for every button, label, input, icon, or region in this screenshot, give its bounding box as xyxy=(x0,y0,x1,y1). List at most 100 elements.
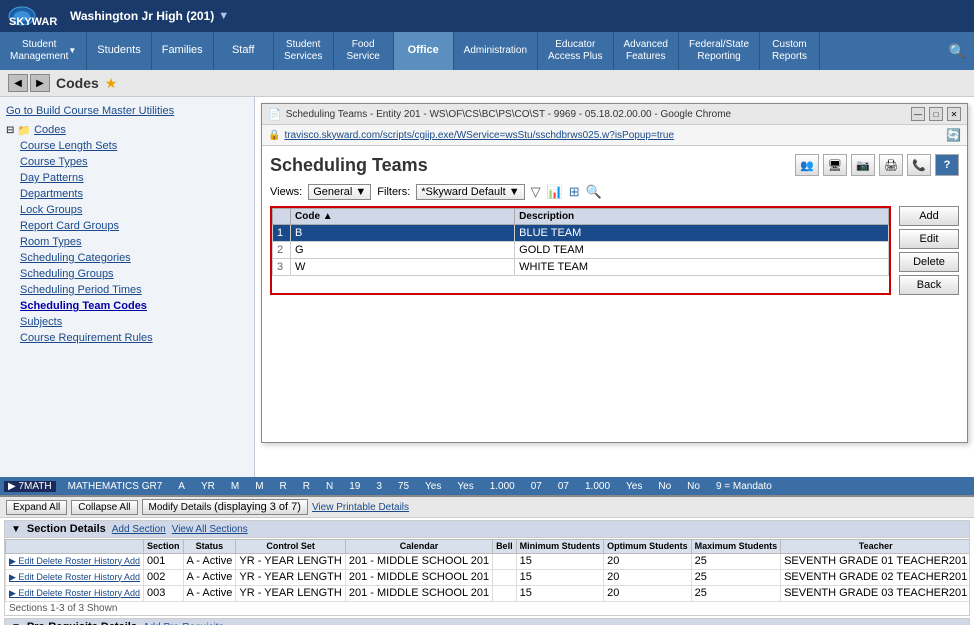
status-no1: No xyxy=(654,481,675,492)
sec-col-teacher[interactable]: Teacher xyxy=(781,539,969,553)
add-prereq-link[interactable]: Add Pre-Requisite xyxy=(143,622,224,625)
back-button[interactable]: Back xyxy=(899,275,959,295)
views-dropdown[interactable]: General ▼ xyxy=(308,184,371,200)
nav-advanced-features[interactable]: AdvancedFeatures xyxy=(614,32,679,70)
sidebar-item-scheduling-groups[interactable]: Scheduling Groups xyxy=(20,266,248,282)
sidebar-item-lock-groups[interactable]: Lock Groups xyxy=(20,202,248,218)
collapse-all-button[interactable]: Collapse All xyxy=(71,500,137,515)
page-header: ◀ ▶ Codes ★ xyxy=(0,70,974,97)
sidebar-item-day-patterns[interactable]: Day Patterns xyxy=(20,170,248,186)
scheduling-team-row[interactable]: 2 G GOLD TEAM xyxy=(273,242,889,259)
sidebar-item-report-card-groups[interactable]: Report Card Groups xyxy=(20,218,248,234)
sidebar-codes-label[interactable]: Codes xyxy=(34,123,66,137)
col-description-header[interactable]: Description xyxy=(515,209,889,225)
back-nav-button[interactable]: ◀ xyxy=(8,74,28,92)
sec-actions[interactable]: ▶ Edit Delete Roster History Add xyxy=(6,569,144,585)
icon-camera[interactable]: 📷 xyxy=(851,154,875,176)
nav-student-services[interactable]: StudentServices xyxy=(274,32,334,70)
nav-student-management[interactable]: StudentManagement ▼ xyxy=(0,32,87,70)
magnify-icon[interactable]: 🔍 xyxy=(586,184,602,200)
sec-opt: 20 xyxy=(604,569,692,585)
section-row[interactable]: ▶ Edit Delete Roster History Add 003 A -… xyxy=(6,585,970,601)
section-expand-icon[interactable]: ▼ xyxy=(11,524,21,535)
sidebar-item-room-types[interactable]: Room Types xyxy=(20,234,248,250)
sidebar-codes-folder[interactable]: ⊟ 📁 Codes xyxy=(6,122,248,138)
row-num: 3 xyxy=(273,259,291,276)
sec-col-actions xyxy=(6,539,144,553)
grid-icon[interactable]: ⊞ xyxy=(569,184,580,200)
browser-maximize-button[interactable]: □ xyxy=(929,107,943,121)
status-no2: No xyxy=(683,481,704,492)
sec-col-min[interactable]: Minimum Students xyxy=(516,539,604,553)
nav-students[interactable]: Students xyxy=(87,32,151,70)
scheduling-team-row[interactable]: 3 W WHITE TEAM xyxy=(273,259,889,276)
icon-phone[interactable]: 📞 xyxy=(907,154,931,176)
icon-help[interactable]: ? xyxy=(935,154,959,176)
status-1000: 1.000 xyxy=(486,481,519,492)
section-row[interactable]: ▶ Edit Delete Roster History Add 001 A -… xyxy=(6,553,970,569)
delete-button[interactable]: Delete xyxy=(899,252,959,272)
add-button[interactable]: Add xyxy=(899,206,959,226)
forward-nav-button[interactable]: ▶ xyxy=(30,74,50,92)
icon-monitor[interactable]: 🖥 xyxy=(823,154,847,176)
sec-actions[interactable]: ▶ Edit Delete Roster History Add xyxy=(6,585,144,601)
sidebar-item-scheduling-period-times[interactable]: Scheduling Period Times xyxy=(20,282,248,298)
nav-educator-access-plus[interactable]: EducatorAccess Plus xyxy=(538,32,613,70)
section-row[interactable]: ▶ Edit Delete Roster History Add 002 A -… xyxy=(6,569,970,585)
sec-col-section[interactable]: Section xyxy=(143,539,183,553)
filter-icon[interactable]: ▽ xyxy=(531,184,541,200)
status-r2: R xyxy=(299,481,314,492)
prereq-expand-icon[interactable]: ▼ xyxy=(11,622,21,625)
scheduling-team-row[interactable]: 1 B BLUE TEAM xyxy=(273,225,889,242)
nav-administration[interactable]: Administration xyxy=(454,32,538,70)
sidebar-item-course-requirement-rules[interactable]: Course Requirement Rules xyxy=(20,330,248,346)
browser-window-controls: — □ ✕ xyxy=(911,107,961,121)
filters-dropdown[interactable]: *Skyward Default ▼ xyxy=(416,184,524,200)
sidebar-item-subjects[interactable]: Subjects xyxy=(20,314,248,330)
favorite-star-icon[interactable]: ★ xyxy=(105,75,118,92)
icon-people[interactable]: 👥 xyxy=(795,154,819,176)
col-code-header[interactable]: Code ▲ xyxy=(291,209,515,225)
sec-min: 15 xyxy=(516,569,604,585)
nav-federal-state-reporting[interactable]: Federal/StateReporting xyxy=(679,32,760,70)
view-all-sections-link[interactable]: View All Sections xyxy=(172,524,248,535)
sec-col-bell[interactable]: Bell xyxy=(493,539,517,553)
school-dropdown-icon[interactable]: ▼ xyxy=(218,10,229,22)
refresh-icon[interactable]: 🔄 xyxy=(946,128,961,142)
sec-bell xyxy=(493,553,517,569)
status-3: 3 xyxy=(372,481,386,492)
add-section-link[interactable]: Add Section xyxy=(112,524,166,535)
nav-search-area[interactable]: 🔍 xyxy=(941,32,974,70)
sec-status: A - Active xyxy=(183,585,236,601)
icon-print[interactable]: 🖨 xyxy=(879,154,903,176)
sidebar-item-course-length-sets[interactable]: Course Length Sets xyxy=(20,138,248,154)
section-table-wrapper: Section Status Control Set Calendar Bell… xyxy=(5,538,969,615)
nav-families[interactable]: Families xyxy=(152,32,214,70)
sec-col-status[interactable]: Status xyxy=(183,539,236,553)
modify-details-button[interactable]: Modify Details (displaying 3 of 7) xyxy=(142,499,308,515)
sec-calendar: 201 - MIDDLE SCHOOL 201 xyxy=(345,553,492,569)
sidebar-item-scheduling-team-codes[interactable]: Scheduling Team Codes xyxy=(20,298,248,314)
nav-office[interactable]: Office xyxy=(394,32,454,70)
browser-minimize-button[interactable]: — xyxy=(911,107,925,121)
sidebar-utility-link[interactable]: Go to Build Course Master Utilities xyxy=(6,103,248,119)
sidebar-item-course-types[interactable]: Course Types xyxy=(20,154,248,170)
nav-staff[interactable]: Staff xyxy=(214,32,274,70)
sec-col-max[interactable]: Maximum Students xyxy=(691,539,781,553)
browser-close-button[interactable]: ✕ xyxy=(947,107,961,121)
expand-all-button[interactable]: Expand All xyxy=(6,500,67,515)
sec-col-opt[interactable]: Optimum Students xyxy=(604,539,692,553)
nav-food-service[interactable]: FoodService xyxy=(334,32,394,70)
chart-icon[interactable]: 📊 xyxy=(547,184,563,200)
sidebar-item-departments[interactable]: Departments xyxy=(20,186,248,202)
view-printable-link[interactable]: View Printable Details xyxy=(312,502,409,513)
status-bar: ▶ 7MATH MATHEMATICS GR7 A YR M M R R N 1… xyxy=(0,477,974,495)
nav-custom-reports[interactable]: CustomReports xyxy=(760,32,820,70)
sec-actions[interactable]: ▶ Edit Delete Roster History Add xyxy=(6,553,144,569)
sec-col-control-set[interactable]: Control Set xyxy=(236,539,346,553)
search-icon[interactable]: 🔍 xyxy=(949,43,966,60)
sidebar-item-scheduling-categories[interactable]: Scheduling Categories xyxy=(20,250,248,266)
sec-col-calendar[interactable]: Calendar xyxy=(345,539,492,553)
browser-address[interactable]: travisco.skyward.com/scripts/cgiip.exe/W… xyxy=(284,130,938,141)
edit-button[interactable]: Edit xyxy=(899,229,959,249)
